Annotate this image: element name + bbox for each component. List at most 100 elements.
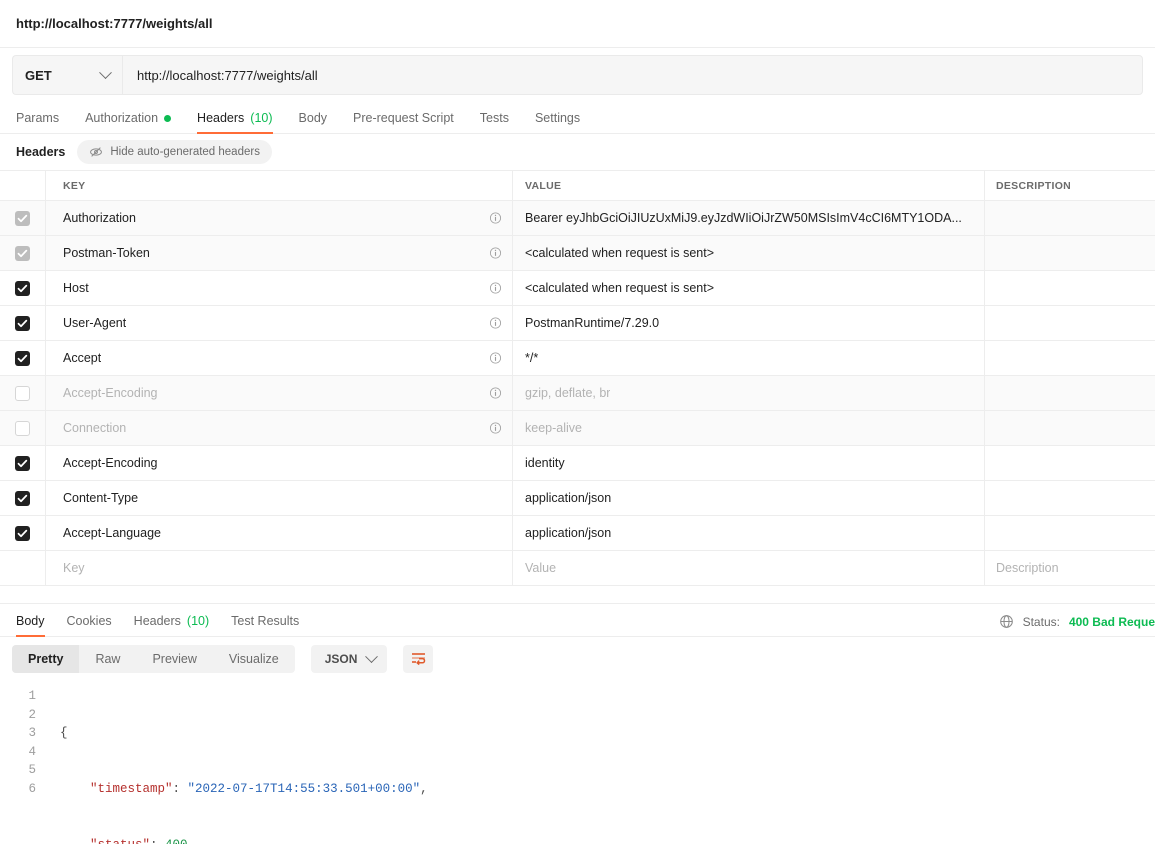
info-icon[interactable]: [489, 282, 502, 295]
line-number: 1: [28, 689, 36, 703]
tab-label: Settings: [534, 111, 581, 125]
table-row[interactable]: Connection keep-alive: [0, 411, 1155, 446]
header-enabled-checkbox[interactable]: [15, 315, 30, 331]
info-icon[interactable]: [489, 247, 502, 260]
info-icon[interactable]: [489, 317, 502, 330]
header-key-cell[interactable]: Accept-Language: [45, 516, 512, 550]
table-row[interactable]: Authorization Bearer eyJhbGciOiJIUzUxMiJ9…: [0, 201, 1155, 236]
tab-body[interactable]: Body: [299, 111, 328, 133]
header-value-cell[interactable]: gzip, deflate, br: [512, 376, 984, 410]
header-description-cell[interactable]: [984, 341, 1155, 375]
response-format-dropdown[interactable]: JSON: [310, 645, 388, 673]
header-value-cell[interactable]: Bearer eyJhbGciOiJIUzUxMiJ9.eyJzdWIiOiJr…: [512, 201, 984, 235]
header-enabled-checkbox[interactable]: [15, 490, 30, 506]
table-row[interactable]: Accept */*: [0, 341, 1155, 376]
header-description-cell[interactable]: [984, 516, 1155, 550]
header-key-text: Accept-Encoding: [63, 456, 158, 470]
eye-slash-icon: [90, 147, 103, 157]
table-row[interactable]: Host <calculated when request is sent>: [0, 271, 1155, 306]
header-key-cell[interactable]: Postman-Token: [45, 236, 512, 270]
header-description-cell[interactable]: [984, 411, 1155, 445]
response-tab-headers[interactable]: Headers (10): [134, 614, 209, 636]
response-tab-body[interactable]: Body: [16, 614, 45, 637]
table-row[interactable]: Accept-Language application/json: [0, 516, 1155, 551]
response-tab-test-results[interactable]: Test Results: [231, 614, 299, 636]
view-mode-pretty[interactable]: Pretty: [12, 645, 80, 673]
view-mode-visualize[interactable]: Visualize: [213, 645, 295, 673]
info-icon[interactable]: [489, 387, 502, 400]
wrap-text-icon: [411, 653, 426, 666]
header-enabled-checkbox[interactable]: [15, 280, 30, 296]
header-key-cell[interactable]: User-Agent: [45, 306, 512, 340]
table-row[interactable]: Accept-Encoding identity: [0, 446, 1155, 481]
tab-settings[interactable]: Settings: [535, 111, 580, 133]
header-key-cell[interactable]: Accept-Encoding: [45, 376, 512, 410]
header-enabled-checkbox[interactable]: [15, 455, 30, 471]
row-checkbox-cell: [0, 376, 45, 410]
header-description-cell[interactable]: [984, 481, 1155, 515]
info-icon[interactable]: [489, 212, 502, 225]
table-row[interactable]: Content-Type application/json: [0, 481, 1155, 516]
header-enabled-checkbox[interactable]: [15, 385, 30, 401]
new-header-key-input[interactable]: Key: [45, 551, 512, 585]
header-value-cell[interactable]: identity: [512, 446, 984, 480]
header-key-cell[interactable]: Accept-Encoding: [45, 446, 512, 480]
url-input[interactable]: http://localhost:7777/weights/all: [122, 55, 1143, 95]
header-description-cell[interactable]: [984, 236, 1155, 270]
tab-authorization[interactable]: Authorization: [85, 111, 172, 133]
table-row[interactable]: Postman-Token <calculated when request is…: [0, 236, 1155, 271]
status-label: Status:: [1022, 614, 1060, 629]
header-description-cell[interactable]: [984, 201, 1155, 235]
table-row[interactable]: User-Agent PostmanRuntime/7.29.0: [0, 306, 1155, 341]
row-checkbox-cell: [0, 481, 45, 515]
view-mode-raw[interactable]: Raw: [79, 645, 136, 673]
code-content[interactable]: { "timestamp": "2022-07-17T14:55:33.501+…: [46, 687, 1155, 844]
auth-status-dot-icon: [164, 114, 172, 122]
header-value-cell[interactable]: <calculated when request is sent>: [512, 271, 984, 305]
tab-label: Body: [16, 614, 45, 628]
wrap-text-button[interactable]: [403, 645, 434, 673]
header-value-cell[interactable]: application/json: [512, 481, 984, 515]
tab-pre-request-script[interactable]: Pre-request Script: [353, 111, 454, 133]
info-icon[interactable]: [489, 422, 502, 435]
header-enabled-checkbox[interactable]: [15, 525, 30, 541]
header-key-cell[interactable]: Authorization: [45, 201, 512, 235]
tab-label: Test Results: [231, 614, 300, 628]
hide-auto-generated-headers-button[interactable]: Hide auto-generated headers: [77, 140, 272, 164]
header-description-cell[interactable]: [984, 446, 1155, 480]
line-number: 5: [28, 763, 36, 778]
header-value-cell[interactable]: */*: [512, 341, 984, 375]
header-key-cell[interactable]: Content-Type: [45, 481, 512, 515]
header-value-cell[interactable]: application/json: [512, 516, 984, 550]
header-enabled-checkbox[interactable]: [15, 420, 30, 436]
header-description-cell[interactable]: [984, 376, 1155, 410]
header-key-cell[interactable]: Accept: [45, 341, 512, 375]
info-icon[interactable]: [489, 352, 502, 365]
tab-tests[interactable]: Tests: [480, 111, 509, 133]
table-row[interactable]: Accept-Encoding gzip, deflate, br: [0, 376, 1155, 411]
header-description-cell[interactable]: [984, 271, 1155, 305]
tab-headers[interactable]: Headers (10): [197, 111, 274, 134]
new-header-description-input[interactable]: Description: [984, 551, 1155, 585]
view-mode-preview[interactable]: Preview: [136, 645, 212, 673]
row-checkbox-cell: [0, 306, 45, 340]
header-enabled-checkbox[interactable]: [15, 245, 30, 261]
header-value-cell[interactable]: <calculated when request is sent>: [512, 236, 984, 270]
tab-label: Params: [16, 111, 60, 125]
response-tab-cookies[interactable]: Cookies: [67, 614, 112, 636]
tab-params[interactable]: Params: [16, 111, 59, 133]
new-header-value-input[interactable]: Value: [512, 551, 984, 585]
header-key-cell[interactable]: Connection: [45, 411, 512, 445]
header-enabled-checkbox[interactable]: [15, 210, 30, 226]
header-description-cell[interactable]: [984, 306, 1155, 340]
table-row-new[interactable]: Key Value Description: [0, 551, 1155, 586]
tab-label: Headers: [133, 614, 181, 628]
col-value-label: VALUE: [525, 179, 562, 192]
header-enabled-checkbox[interactable]: [15, 350, 30, 366]
header-value-cell[interactable]: keep-alive: [512, 411, 984, 445]
http-method-dropdown[interactable]: GET: [12, 55, 122, 95]
tab-label: Pre-request Script: [353, 111, 454, 125]
header-key-cell[interactable]: Host: [45, 271, 512, 305]
header-value-cell[interactable]: PostmanRuntime/7.29.0: [512, 306, 984, 340]
row-checkbox-cell: [0, 411, 45, 445]
